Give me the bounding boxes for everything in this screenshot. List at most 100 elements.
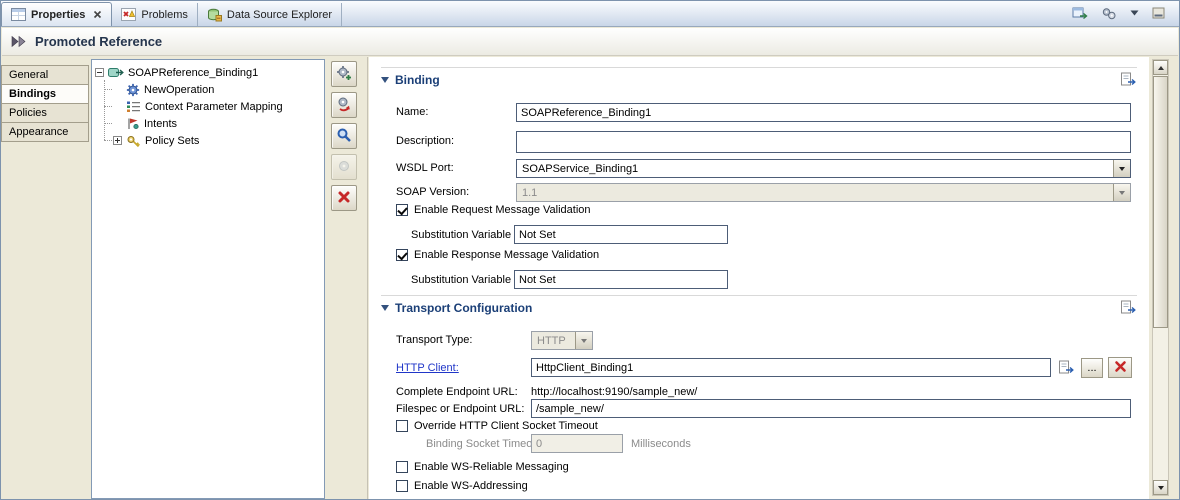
nav-item-general-label: General xyxy=(9,69,48,81)
view-tab-bar: Properties Problems Data Source Explorer xyxy=(1,1,1179,27)
expand-expander-icon[interactable] xyxy=(113,136,122,145)
nav-item-policies-label: Policies xyxy=(9,107,47,119)
http-client-link[interactable]: HTTP Client: xyxy=(396,362,459,374)
arrow-down-icon xyxy=(1158,486,1164,490)
tree-item-policy-sets[interactable]: Policy Sets xyxy=(100,132,324,149)
policy-keys-icon xyxy=(126,134,141,148)
collapse-expander-icon[interactable] xyxy=(95,68,104,77)
request-validation-checkbox[interactable]: Enable Request Message Validation xyxy=(396,204,591,216)
new-http-client-icon[interactable] xyxy=(1056,358,1076,377)
filespec-input[interactable] xyxy=(531,399,1131,418)
chevron-down-icon xyxy=(1119,167,1125,171)
ws-reliable-label: Enable WS-Reliable Messaging xyxy=(414,461,569,473)
remove-operation-button[interactable] xyxy=(331,92,357,118)
binding-section-header[interactable]: Binding xyxy=(381,67,1137,87)
data-source-explorer-icon xyxy=(207,8,222,22)
edit-operation-icon xyxy=(336,158,352,177)
scrollbar-thumb[interactable] xyxy=(1153,76,1168,328)
transport-type-select: HTTP xyxy=(531,331,593,350)
dropdown-button xyxy=(1113,184,1130,201)
tab-data-source-explorer[interactable]: Data Source Explorer xyxy=(198,3,342,26)
remove-operation-icon xyxy=(336,96,352,115)
name-label: Name: xyxy=(396,106,428,118)
tab-data-source-explorer-label: Data Source Explorer xyxy=(227,9,332,21)
section-collapse-twistie-icon[interactable] xyxy=(381,305,389,311)
nav-item-appearance-label: Appearance xyxy=(9,126,68,138)
nav-item-policies[interactable]: Policies xyxy=(1,103,89,123)
binding-section-title: Binding xyxy=(395,73,440,87)
endpoint-url-label: Complete Endpoint URL: xyxy=(396,386,518,398)
properties-icon xyxy=(11,8,26,21)
checkbox-icon[interactable] xyxy=(396,420,408,432)
add-operation-button[interactable] xyxy=(331,61,357,87)
tree-item-intents[interactable]: Intents xyxy=(100,115,324,132)
response-validation-checkbox[interactable]: Enable Response Message Validation xyxy=(396,249,599,261)
view-menu-chevron-icon[interactable] xyxy=(1130,10,1139,16)
transport-section-header[interactable]: Transport Configuration xyxy=(381,295,1137,315)
nav-item-general[interactable]: General xyxy=(1,65,89,85)
minimize-icon[interactable] xyxy=(1152,7,1165,19)
socket-timeout-label: Binding Socket Timeout xyxy=(426,438,542,450)
request-substitution-input[interactable] xyxy=(514,225,728,244)
transport-type-label: Transport Type: xyxy=(396,334,472,346)
delete-x-icon xyxy=(337,190,351,207)
nav-item-bindings[interactable]: Bindings xyxy=(1,84,89,104)
browse-http-client-button[interactable]: ... xyxy=(1081,358,1103,378)
transport-type-value: HTTP xyxy=(532,335,575,347)
checkbox-icon[interactable] xyxy=(396,204,408,216)
link-editor-icon[interactable] xyxy=(1072,6,1088,21)
transport-section-action-icon[interactable] xyxy=(1120,300,1137,315)
tree-item-context-parameter-mapping[interactable]: Context Parameter Mapping xyxy=(100,98,324,115)
override-timeout-label: Override HTTP Client Socket Timeout xyxy=(414,420,598,432)
wsdl-port-select[interactable]: SOAPService_Binding1 xyxy=(516,159,1131,178)
vertical-scrollbar[interactable] xyxy=(1152,59,1169,496)
nav-item-bindings-label: Bindings xyxy=(9,88,56,100)
clear-http-client-button[interactable] xyxy=(1108,357,1132,378)
dropdown-button[interactable] xyxy=(1113,160,1130,177)
tree-item-label: Intents xyxy=(144,118,177,130)
ws-addressing-label: Enable WS-Addressing xyxy=(414,480,528,492)
socket-timeout-unit: Milliseconds xyxy=(631,438,691,450)
ws-reliable-checkbox[interactable]: Enable WS-Reliable Messaging xyxy=(396,461,569,473)
checkbox-icon[interactable] xyxy=(396,461,408,473)
scroll-up-button[interactable] xyxy=(1153,60,1168,75)
parameter-mapping-icon xyxy=(126,100,141,113)
description-input[interactable] xyxy=(516,131,1131,153)
endpoint-url-value: http://localhost:9190/sample_new/ xyxy=(531,386,697,398)
dropdown-button xyxy=(575,332,592,349)
browse-button[interactable] xyxy=(331,123,357,149)
promoted-reference-icon xyxy=(10,35,28,48)
response-substitution-input[interactable] xyxy=(514,270,728,289)
scroll-down-button[interactable] xyxy=(1153,480,1168,495)
delete-button[interactable] xyxy=(331,185,357,211)
nav-item-appearance[interactable]: Appearance xyxy=(1,122,89,142)
transport-section-title: Transport Configuration xyxy=(395,301,532,315)
section-collapse-twistie-icon[interactable] xyxy=(381,77,389,83)
filespec-label: Filespec or Endpoint URL: xyxy=(396,403,524,415)
soap-version-label: SOAP Version: xyxy=(396,186,469,198)
checkbox-icon[interactable] xyxy=(396,249,408,261)
pin-view-icon[interactable] xyxy=(1101,6,1117,21)
override-timeout-checkbox[interactable]: Override HTTP Client Socket Timeout xyxy=(396,420,598,432)
socket-timeout-input xyxy=(531,434,623,453)
description-label: Description: xyxy=(396,135,454,147)
page-title: Promoted Reference xyxy=(35,34,162,49)
tab-problems[interactable]: Problems xyxy=(112,3,197,26)
http-client-input[interactable] xyxy=(531,358,1051,377)
magnifier-icon xyxy=(336,127,352,146)
tree-item-new-operation[interactable]: NewOperation xyxy=(100,81,324,98)
tree-item-label: Context Parameter Mapping xyxy=(145,101,283,113)
properties-view: Properties Problems Data Source Explorer xyxy=(0,0,1180,500)
name-input[interactable] xyxy=(516,103,1131,122)
tab-properties[interactable]: Properties xyxy=(1,2,112,26)
edit-operation-button xyxy=(331,154,357,180)
checkbox-icon[interactable] xyxy=(396,480,408,492)
close-icon[interactable] xyxy=(93,10,102,19)
properties-nav: General Bindings Policies Appearance xyxy=(1,57,89,499)
request-validation-label: Enable Request Message Validation xyxy=(414,204,591,216)
tree-root-row[interactable]: SOAPReference_Binding1 xyxy=(95,64,324,81)
ws-addressing-checkbox[interactable]: Enable WS-Addressing xyxy=(396,480,528,492)
binding-section-action-icon[interactable] xyxy=(1120,72,1137,87)
tree-item-label: Policy Sets xyxy=(145,135,199,147)
tree-children: NewOperation Context Parameter Mapping I… xyxy=(100,81,324,149)
